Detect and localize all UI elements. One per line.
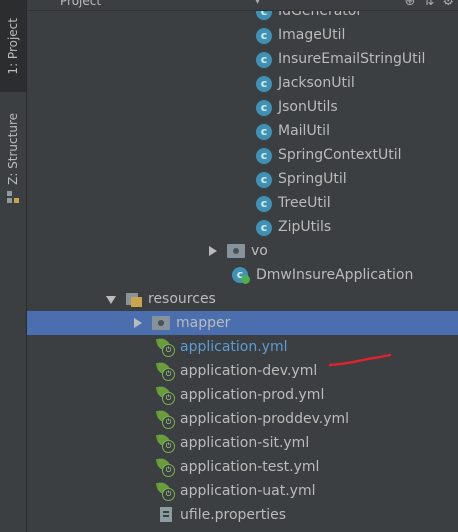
class-label: InsureEmailStringUtil	[278, 51, 426, 67]
yml-label: application.yml	[180, 339, 288, 355]
tree-item-class[interactable]: c ZipUtils	[27, 215, 458, 239]
collapse-arrow-icon[interactable]	[106, 296, 116, 304]
settings-icon[interactable]: ⚙	[442, 0, 454, 9]
class-label: TreeUtil	[278, 195, 331, 211]
class-icon: c	[256, 195, 272, 212]
tool-window-strip: 1: Project Z: Structure	[0, 0, 27, 532]
class-label: JsonUtils	[278, 99, 338, 115]
add-icon[interactable]: ⊕	[405, 0, 416, 9]
tree-item-yml[interactable]: ⏻ application-sit.yml	[27, 431, 458, 455]
tree-item-class[interactable]: c JacksonUtil	[27, 71, 458, 95]
class-label: SpringContextUtil	[278, 147, 402, 163]
yml-label: application-uat.yml	[180, 483, 316, 499]
tree-item-yml[interactable]: ⏻ application-proddev.yml	[27, 407, 458, 431]
tree-item-vo[interactable]: vo	[27, 239, 458, 263]
class-icon: c	[256, 123, 272, 140]
class-label: SpringUtil	[278, 171, 347, 187]
class-icon: c	[256, 27, 272, 44]
class-icon: c	[256, 219, 272, 236]
class-icon: c	[256, 99, 272, 116]
tree-item-yml[interactable]: ⏻ application-test.yml	[27, 455, 458, 479]
tree-item-yml[interactable]: ⏻ application-uat.yml	[27, 479, 458, 503]
structure-icon	[7, 191, 19, 203]
yml-label: application-dev.yml	[180, 363, 318, 379]
expand-arrow-icon[interactable]	[134, 318, 142, 328]
spring-config-icon: ⏻	[155, 384, 175, 405]
tree-item-class[interactable]: c SpringUtil	[27, 167, 458, 191]
spring-config-icon: ⏻	[155, 336, 175, 357]
yml-label: application-test.yml	[180, 459, 320, 475]
resources-label: resources	[148, 291, 216, 307]
tree-item-class[interactable]: c JsonUtils	[27, 95, 458, 119]
structure-tab-label: Z: Structure	[6, 113, 20, 185]
yml-label: application-proddev.yml	[180, 411, 350, 427]
tree-item-resources[interactable]: resources	[27, 287, 458, 311]
red-underline-annotation	[328, 353, 392, 367]
spring-config-icon: ⏻	[155, 432, 175, 453]
header-toolbar: ⊕ ⇅ ⚙	[405, 0, 454, 9]
yml-label: application-prod.yml	[180, 387, 325, 403]
tree-item-main-app[interactable]: c DmwInsureApplication	[27, 263, 458, 287]
main-app-label: DmwInsureApplication	[256, 267, 414, 283]
expand-arrow-icon[interactable]	[209, 246, 217, 256]
tree-item-class[interactable]: c SpringContextUtil	[27, 143, 458, 167]
class-label: ZipUtils	[278, 219, 332, 235]
class-label: JacksonUtil	[278, 75, 355, 91]
class-icon: c	[256, 147, 272, 164]
folder-icon	[152, 316, 170, 330]
tree-item-class[interactable]: c TreeUtil	[27, 191, 458, 215]
panel-title: Project	[60, 0, 102, 8]
class-icon: c	[256, 171, 272, 188]
properties-label: ufile.properties	[180, 507, 287, 523]
mapper-label: mapper	[176, 315, 231, 331]
package-icon	[227, 244, 245, 258]
tree-item-class[interactable]: c MailUtil	[27, 119, 458, 143]
class-label: MailUtil	[278, 123, 330, 139]
project-tool-tab[interactable]: 1: Project	[0, 0, 26, 92]
collapse-icon[interactable]: ⇅	[423, 0, 434, 9]
yml-label: application-sit.yml	[180, 435, 310, 451]
spring-config-icon: ⏻	[155, 408, 175, 429]
tree-item-class[interactable]: c ImageUtil	[27, 23, 458, 47]
spring-config-icon: ⏻	[155, 360, 175, 381]
spring-config-icon: ⏻	[155, 456, 175, 477]
view-dropdown-icon[interactable]: ▾	[255, 0, 260, 7]
tree-item-properties[interactable]: ufile.properties	[27, 503, 458, 527]
package-label: vo	[251, 243, 268, 259]
properties-file-icon	[158, 506, 174, 524]
tree-item-class[interactable]: c InsureEmailStringUtil	[27, 47, 458, 71]
tree-item-yml[interactable]: ⏻ application-prod.yml	[27, 383, 458, 407]
project-tree[interactable]: c IdGenerator c ImageUtil c InsureEmailS…	[27, 0, 458, 532]
tree-item-mapper[interactable]: mapper	[27, 311, 458, 335]
spring-config-icon: ⏻	[155, 480, 175, 501]
spring-boot-app-icon: c	[232, 266, 250, 284]
class-label: ImageUtil	[278, 27, 346, 43]
resources-folder-icon	[126, 291, 142, 307]
class-icon: c	[256, 75, 272, 92]
structure-tool-tab[interactable]: Z: Structure	[0, 110, 26, 188]
class-icon: c	[256, 51, 272, 68]
project-tab-label: 1: Project	[6, 17, 20, 75]
project-panel-header: Project ▾ ⊕ ⇅ ⚙	[27, 0, 458, 11]
